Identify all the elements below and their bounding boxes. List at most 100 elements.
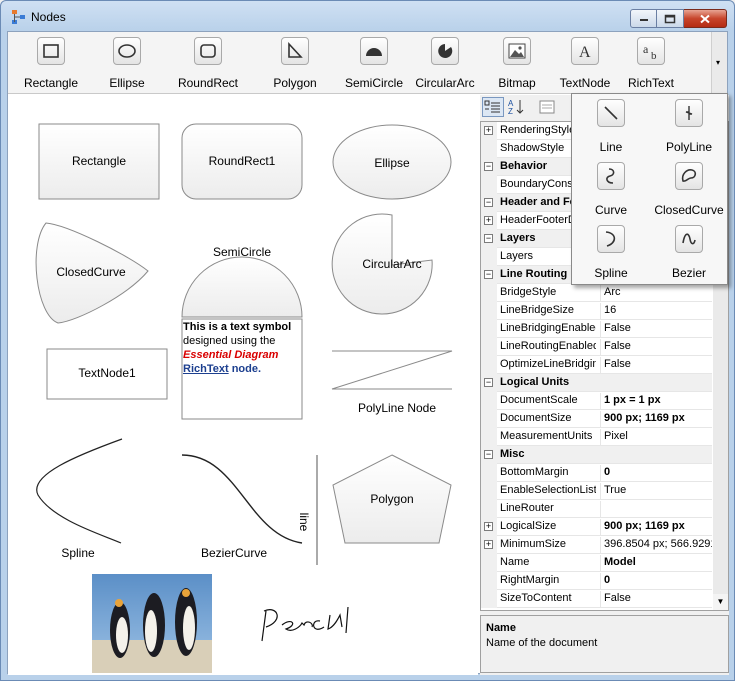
property-value[interactable]: Model [600, 555, 712, 571]
property-row[interactable]: LineRouter [481, 500, 712, 518]
popup-item-curve[interactable]: Curve [572, 157, 650, 219]
collapse-icon[interactable]: − [484, 378, 493, 387]
svg-text:A: A [579, 44, 591, 61]
property-value[interactable]: Arc [600, 285, 712, 301]
property-row[interactable]: DocumentSize 900 px; 1169 px [481, 410, 712, 428]
property-category[interactable]: − Logical Units [481, 374, 712, 392]
popup-item-closedcurve[interactable]: ClosedCurve [650, 157, 728, 219]
ellipse-label: Ellipse [374, 156, 410, 170]
svg-text:b: b [651, 50, 657, 61]
spline-icon [597, 225, 625, 253]
tool-textnode[interactable]: A TextNode [554, 32, 616, 94]
collapse-icon[interactable]: − [484, 234, 493, 243]
collapse-icon[interactable]: − [484, 198, 493, 207]
popup-item-bezier[interactable]: Bezier [650, 220, 728, 282]
property-row[interactable]: LineBridgeSize 16 [481, 302, 712, 320]
property-row[interactable]: Name Model [481, 554, 712, 572]
expand-icon[interactable]: + [484, 540, 493, 549]
collapse-icon[interactable]: − [484, 450, 493, 459]
tool-roundrect[interactable]: RoundRect [169, 32, 247, 94]
property-row[interactable]: + MinimumSize 396.8504 px; 566.9291 [481, 536, 712, 554]
minimize-button[interactable] [630, 9, 657, 28]
property-name: LineRouter [500, 502, 554, 514]
property-value[interactable]: False [600, 321, 712, 337]
richtext-icon: ab [637, 37, 665, 65]
property-name: LineRoutingEnabled [500, 340, 596, 352]
expand-icon[interactable]: + [484, 216, 493, 225]
richtext-link[interactable]: RichText [183, 363, 229, 375]
semicircle-node [181, 256, 303, 318]
tool-label: Polygon [273, 76, 317, 90]
property-row[interactable]: MeasurementUnits Pixel [481, 428, 712, 446]
property-row[interactable]: OptimizeLineBridging False [481, 356, 712, 374]
closedcurve-icon [675, 162, 703, 190]
tool-rectangle[interactable]: Rectangle [13, 32, 89, 94]
toolbar-overflow-button[interactable]: ▾ [711, 32, 727, 94]
shape-toolbar: Rectangle Ellipse RoundRect Polygon Semi… [8, 32, 727, 94]
tool-richtext[interactable]: ab RichText [620, 32, 682, 94]
tool-polygon[interactable]: Polygon [258, 32, 332, 94]
property-name: SizeToContent [500, 592, 572, 604]
categorized-button[interactable] [482, 97, 504, 117]
bitmap-node [92, 574, 212, 673]
tool-ellipse[interactable]: Ellipse [91, 32, 163, 94]
property-value[interactable]: 0 [600, 465, 712, 481]
scroll-down-icon[interactable]: ▼ [713, 594, 728, 610]
minimize-icon [639, 18, 648, 21]
collapse-icon[interactable]: − [484, 270, 493, 279]
property-value[interactable]: 1 px = 1 px [600, 393, 712, 409]
property-value[interactable]: 900 px; 1169 px [600, 519, 712, 535]
property-row[interactable]: RightMargin 0 [481, 572, 712, 590]
popup-label: Bezier [671, 266, 706, 280]
popup-item-polyline[interactable]: PolyLine [650, 94, 728, 156]
property-row[interactable]: BridgeStyle Arc [481, 284, 712, 302]
property-value[interactable]: 900 px; 1169 px [600, 411, 712, 427]
tool-label: CircularArc [415, 76, 475, 90]
property-value[interactable] [600, 501, 712, 517]
expand-icon[interactable]: + [484, 126, 493, 135]
property-row[interactable]: LineBridgingEnabled False [481, 320, 712, 338]
property-value[interactable]: False [600, 591, 712, 607]
diagram-canvas[interactable]: Rectangle RoundRect1 Ellipse ClosedCurve… [8, 95, 478, 675]
property-value[interactable]: True [600, 483, 712, 499]
property-name: DocumentSize [500, 412, 572, 424]
tool-label: SemiCircle [344, 76, 403, 90]
svg-text:Z: Z [508, 107, 513, 116]
property-row[interactable]: BottomMargin 0 [481, 464, 712, 482]
property-row[interactable]: + LogicalSize 900 px; 1169 px [481, 518, 712, 536]
alphabetical-icon: AZ [508, 99, 524, 116]
property-value[interactable]: False [600, 357, 712, 373]
property-category[interactable]: − Misc [481, 446, 712, 464]
richtext-line1: This is a text symbol [183, 321, 292, 333]
property-value[interactable]: 16 [600, 303, 712, 319]
tool-semicircle[interactable]: SemiCircle [340, 32, 408, 94]
richtext-content: This is a text symbol designed using the… [183, 320, 301, 376]
property-name: LogicalSize [500, 520, 557, 532]
beziercurve-node [181, 454, 303, 544]
popup-item-spline[interactable]: Spline [572, 220, 650, 282]
window-title: Nodes [31, 10, 66, 24]
property-name: RightMargin [500, 574, 560, 586]
bezier-icon [675, 225, 703, 253]
property-value[interactable]: 0 [600, 573, 712, 589]
alphabetical-button[interactable]: AZ [506, 97, 528, 117]
property-row[interactable]: DocumentScale 1 px = 1 px [481, 392, 712, 410]
property-value[interactable]: False [600, 339, 712, 355]
maximize-button[interactable] [657, 9, 684, 28]
property-row[interactable]: SizeToContent False [481, 590, 712, 608]
property-value[interactable]: Pixel [600, 429, 712, 445]
popup-item-line[interactable]: Line [572, 94, 650, 156]
property-row[interactable]: EnableSelectionList True [481, 482, 712, 500]
expand-icon[interactable]: + [484, 522, 493, 531]
property-row[interactable]: LineRoutingEnabled False [481, 338, 712, 356]
property-pages-button[interactable] [536, 97, 558, 117]
collapse-icon[interactable]: − [484, 162, 493, 171]
property-value[interactable]: 396.8504 px; 566.9291 [600, 537, 712, 553]
tool-circulararc[interactable]: CircularArc [410, 32, 480, 94]
title-bar[interactable]: Nodes [1, 1, 734, 31]
category-name: Misc [500, 448, 525, 460]
close-button[interactable] [684, 9, 727, 28]
tool-bitmap[interactable]: Bitmap [486, 32, 548, 94]
polygon-icon [281, 37, 309, 65]
row-gutter [481, 284, 497, 302]
